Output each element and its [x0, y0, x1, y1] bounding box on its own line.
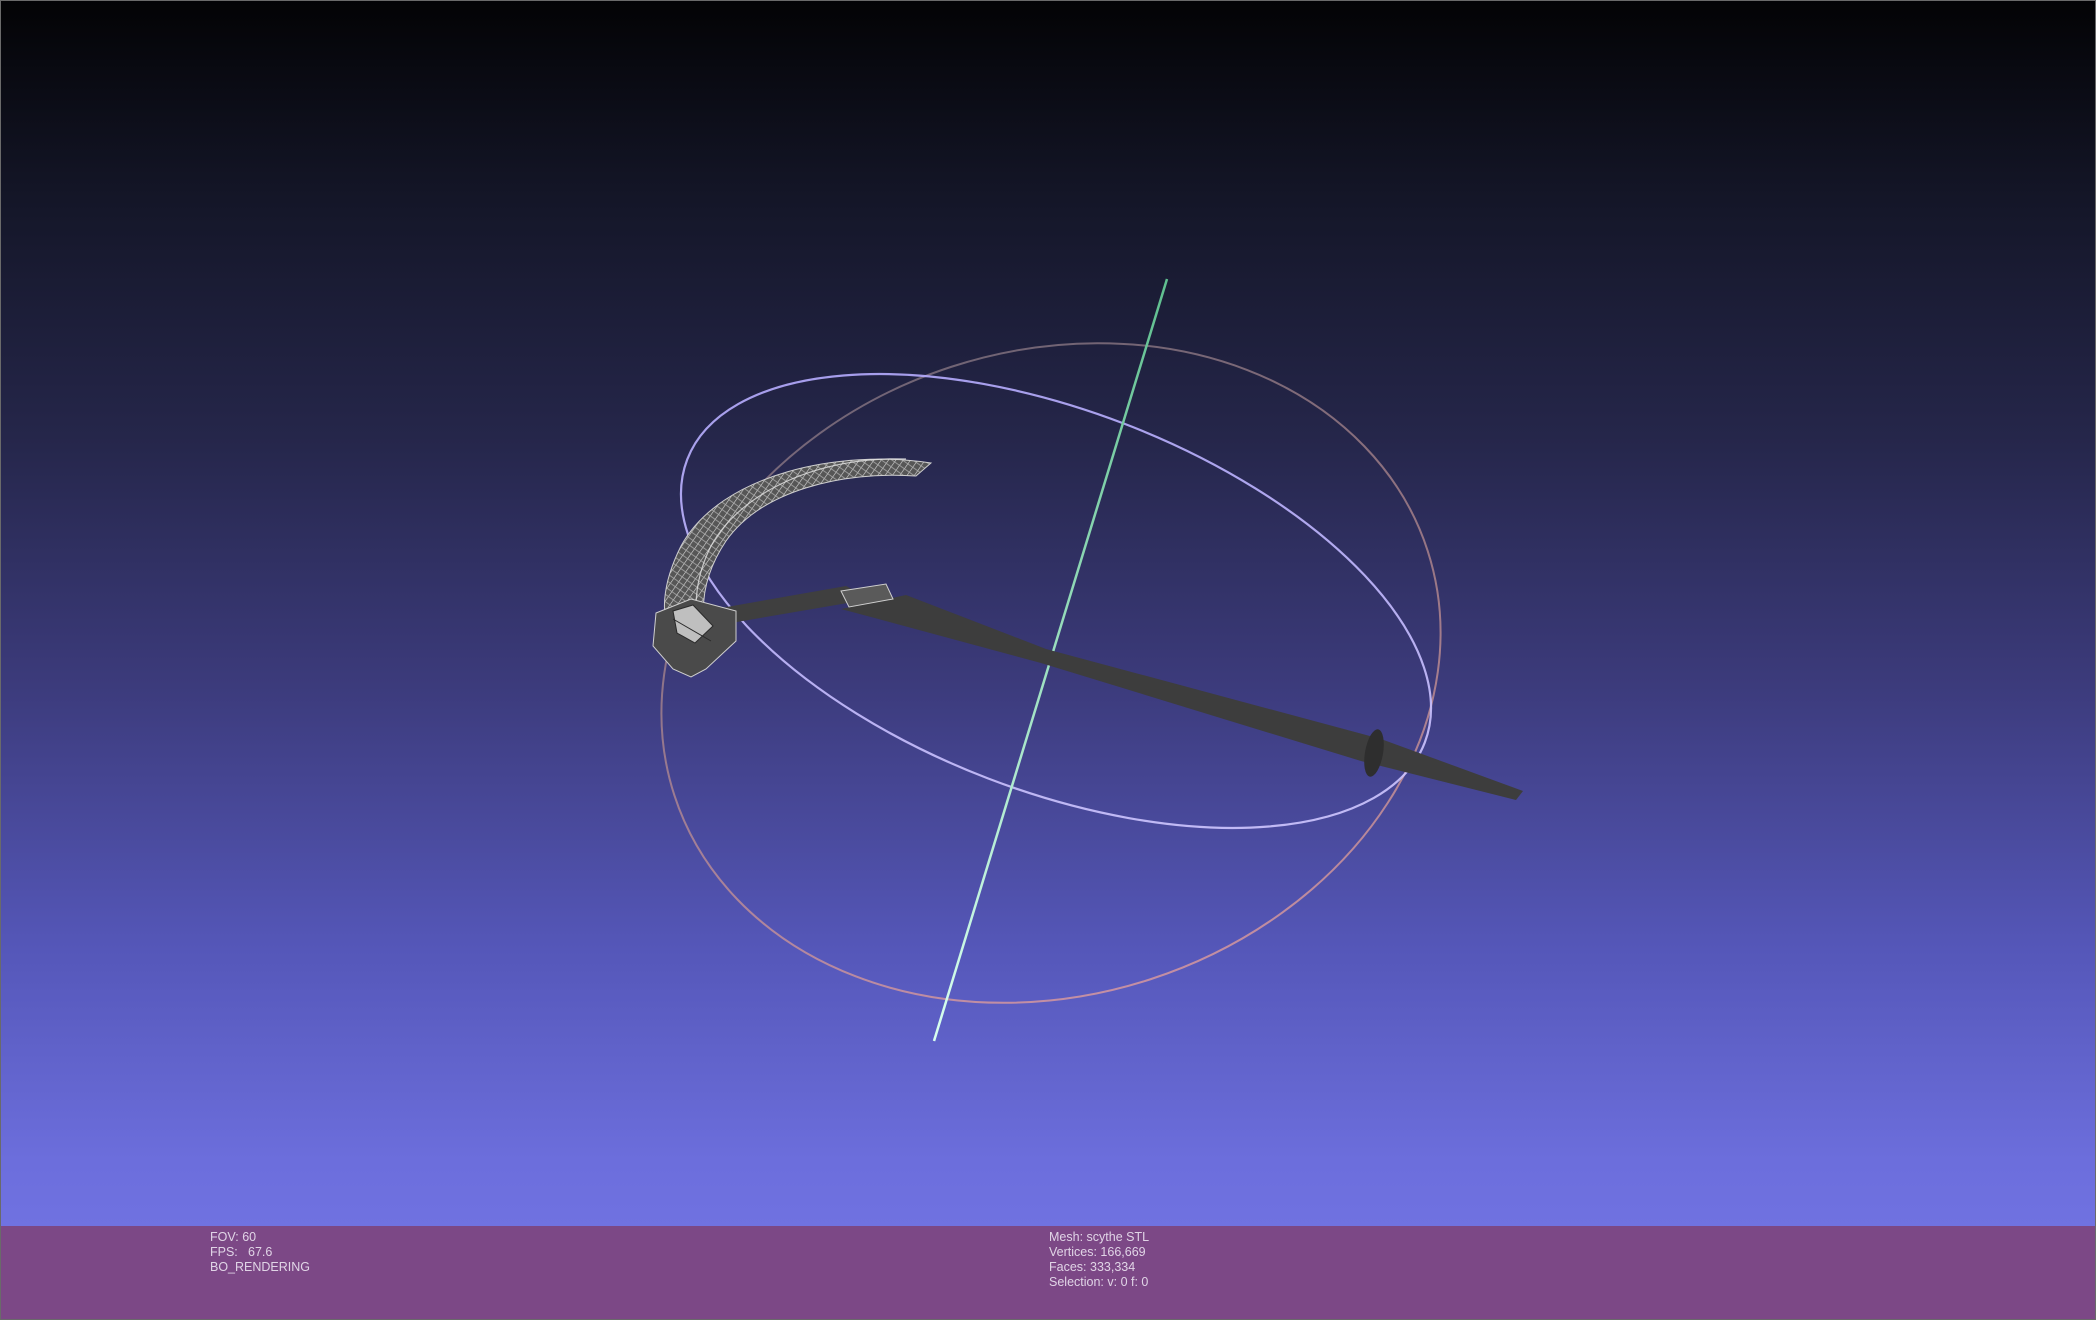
info-overlay-bar: FOV: 60 FPS: 67.6 BO_RENDERING Mesh: scyt…: [1, 1226, 2095, 1319]
fps-readout: FPS: 67.6: [210, 1245, 310, 1260]
fov-label: FOV:: [210, 1230, 239, 1244]
mesh-label: Mesh:: [1049, 1230, 1084, 1244]
fps-label: FPS:: [210, 1245, 238, 1259]
vertices-value: 166,669: [1100, 1245, 1146, 1259]
trackball-ring-blue[interactable]: [619, 282, 1493, 920]
vertices-readout: Vertices: 166,669: [1049, 1245, 1149, 1260]
selection-readout: Selection: v: 0 f: 0: [1049, 1275, 1149, 1290]
3d-viewport[interactable]: FOV: 60 FPS: 67.6 BO_RENDERING Mesh: scyt…: [0, 0, 2096, 1320]
mesh-name-readout: Mesh: scythe STL: [1049, 1230, 1149, 1245]
faces-value: 333,334: [1090, 1260, 1136, 1274]
vertices-label: Vertices:: [1049, 1245, 1097, 1259]
faces-readout: Faces: 333,334: [1049, 1260, 1149, 1275]
render-mode: BO_RENDERING: [210, 1260, 311, 1274]
scythe-handle: [841, 595, 1523, 800]
render-info-panel: FOV: 60 FPS: 67.6 BO_RENDERING: [210, 1230, 310, 1275]
fov-value: 60: [242, 1230, 257, 1244]
fov-readout: FOV: 60: [210, 1230, 310, 1245]
trackball-ring-red[interactable]: [575, 244, 1527, 1101]
mesh-info-panel: Mesh: scythe STL Vertices: 166,669 Faces…: [1049, 1230, 1149, 1290]
selection-value: v: 0 f: 0: [1107, 1275, 1149, 1289]
selection-label: Selection:: [1049, 1275, 1104, 1289]
faces-label: Faces:: [1049, 1260, 1087, 1274]
fps-value: 67.6: [248, 1245, 273, 1259]
trackball-gizmo[interactable]: [575, 244, 1527, 1101]
mesh-scythe[interactable]: [652, 458, 1523, 800]
scene-canvas[interactable]: [1, 1, 2096, 1226]
mesh-value: scythe STL: [1086, 1230, 1150, 1244]
